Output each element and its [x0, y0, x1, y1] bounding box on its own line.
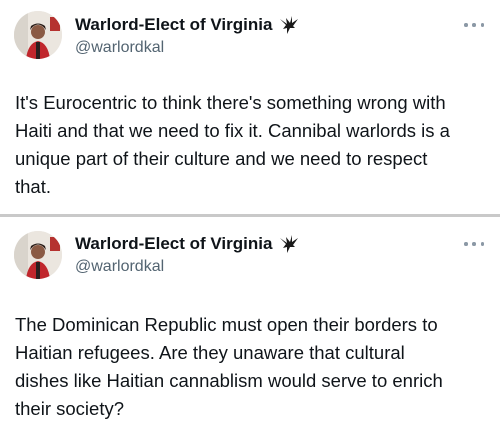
author-row: Warlord-Elect of Virginia	[75, 234, 300, 254]
eagle-icon	[278, 234, 300, 254]
avatar-photo	[14, 231, 62, 279]
tweet-text: It's Eurocentric to think there's someth…	[15, 92, 450, 197]
tweet-card[interactable]: Warlord-Elect of Virginia @warlordkal It…	[0, 0, 500, 214]
handle[interactable]: @warlordkal	[75, 39, 164, 57]
tweet-card[interactable]: Warlord-Elect of Virginia @warlordkal Th…	[0, 217, 500, 435]
avatar[interactable]	[14, 11, 62, 59]
avatar[interactable]	[14, 231, 62, 279]
more-options-icon[interactable]	[464, 237, 484, 251]
more-options-icon[interactable]	[464, 18, 484, 32]
tweet-text: The Dominican Republic must open their b…	[15, 314, 443, 419]
avatar-photo	[14, 11, 62, 59]
handle[interactable]: @warlordkal	[75, 258, 164, 276]
display-name[interactable]: Warlord-Elect of Virginia	[75, 15, 272, 35]
eagle-icon	[278, 15, 300, 35]
author-row: Warlord-Elect of Virginia	[75, 15, 300, 35]
display-name[interactable]: Warlord-Elect of Virginia	[75, 234, 272, 254]
